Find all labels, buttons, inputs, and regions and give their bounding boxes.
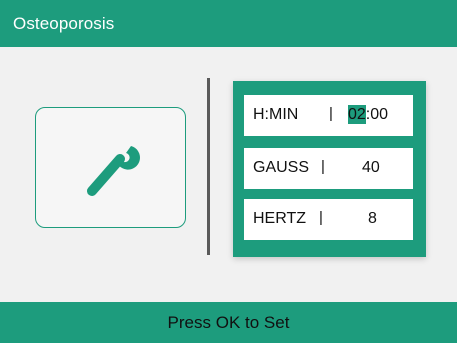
gauss-value[interactable]: 40 (362, 159, 380, 177)
vertical-divider (207, 78, 210, 255)
time-hours-selected[interactable]: 02 (348, 105, 366, 124)
setting-row-hertz[interactable]: HERTZ | 8 (244, 199, 413, 240)
time-value[interactable]: 02:00 (348, 105, 389, 124)
tool-tile[interactable] (35, 107, 186, 228)
footer-hint: Press OK to Set (167, 312, 290, 332)
setting-label-time: H:MIN (253, 106, 299, 123)
setting-separator: | (321, 158, 325, 175)
wrench-icon (87, 146, 140, 196)
status-bar: Press OK to Set (0, 302, 457, 343)
setting-separator: | (329, 105, 333, 122)
setting-label-gauss: GAUSS (253, 159, 310, 176)
screen-title: Osteoporosis (13, 13, 115, 33)
hertz-value[interactable]: 8 (368, 210, 377, 228)
time-minutes: :00 (365, 106, 389, 123)
setting-row-time[interactable]: H:MIN | 02:00 (244, 95, 413, 136)
title-bar: Osteoporosis (0, 0, 457, 47)
setting-row-gauss[interactable]: GAUSS | 40 (244, 148, 413, 189)
setting-separator: | (319, 209, 323, 226)
setting-label-hertz: HERTZ (253, 210, 307, 227)
settings-panel: H:MIN | 02:00 GAUSS | 40 HERTZ | 8 (233, 81, 426, 257)
